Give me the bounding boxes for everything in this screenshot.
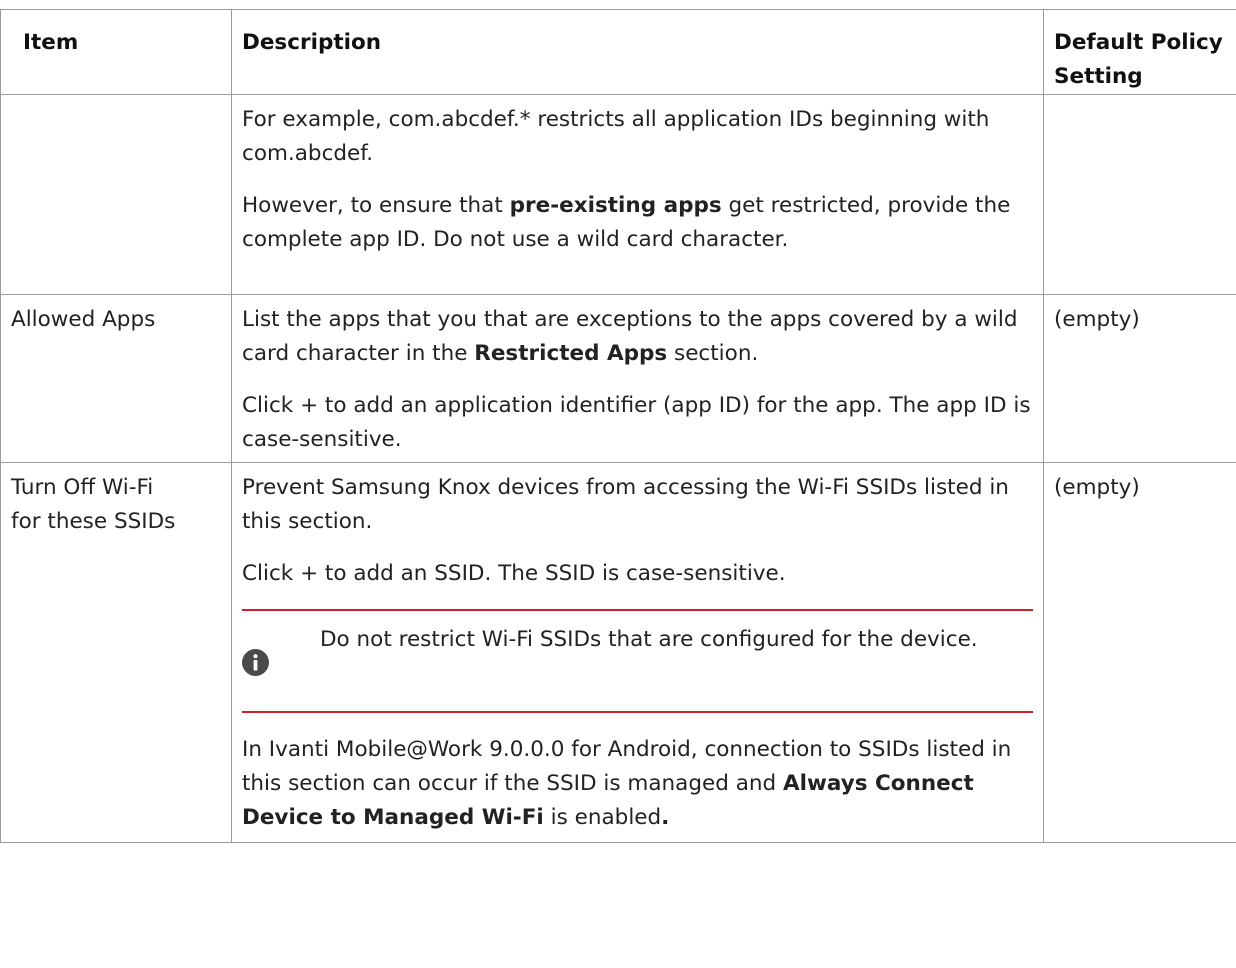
- bold-term-pre-existing-apps: pre-existing apps: [509, 193, 722, 218]
- item-cell-allowed-apps: Allowed Apps: [0, 294, 232, 463]
- document-page: Item Description Default Policy Setting …: [0, 0, 1236, 968]
- description-paragraph: For example, com.abcdef.* restricts all …: [242, 107, 990, 166]
- description-paragraph: Click + to add an application identifier…: [242, 393, 1031, 452]
- bold-term-restricted-apps: Restricted Apps: [474, 341, 668, 366]
- header-default-line2: Setting: [1054, 64, 1143, 89]
- description-cell: List the apps that you that are exceptio…: [231, 294, 1044, 463]
- description-paragraph: However, to ensure that pre-existing app…: [242, 189, 1033, 257]
- note-text: Do not restrict Wi-Fi SSIDs that are con…: [320, 627, 978, 652]
- info-icon: [242, 649, 269, 676]
- description-paragraph: In Ivanti Mobile@Work 9.0.0.0 for Androi…: [242, 733, 1033, 835]
- table-header-row: Item Description Default Policy Setting: [0, 9, 1236, 95]
- header-default-line1: Default Policy: [1054, 30, 1223, 55]
- table-row: Allowed Apps List the apps that you that…: [0, 294, 1236, 463]
- text-run: .: [661, 805, 670, 830]
- default-cell: (empty): [1043, 462, 1236, 843]
- item-cell-turn-off-wifi: Turn Off Wi-Fi for these SSIDs: [0, 462, 232, 843]
- item-line: Turn Off Wi-Fi: [11, 475, 154, 500]
- description-paragraph: List the apps that you that are exceptio…: [242, 303, 1033, 371]
- text-run: section.: [667, 341, 759, 366]
- default-cell: [1043, 94, 1236, 295]
- description-cell: Prevent Samsung Knox devices from access…: [231, 462, 1044, 843]
- text-run: is enabled: [543, 805, 662, 830]
- table-row: Turn Off Wi-Fi for these SSIDs Prevent S…: [0, 462, 1236, 843]
- note-callout: Do not restrict Wi-Fi SSIDs that are con…: [242, 609, 1033, 713]
- policy-settings-table: Item Description Default Policy Setting …: [0, 9, 1236, 843]
- item-line: for these SSIDs: [11, 509, 176, 534]
- text-run: However, to ensure that: [242, 193, 510, 218]
- header-default-policy-setting: Default Policy Setting: [1043, 9, 1236, 95]
- description-paragraph: Prevent Samsung Knox devices from access…: [242, 475, 1009, 534]
- header-item: Item: [0, 9, 232, 95]
- table-row: For example, com.abcdef.* restricts all …: [0, 94, 1236, 295]
- header-description: Description: [231, 9, 1044, 95]
- description-cell: For example, com.abcdef.* restricts all …: [231, 94, 1044, 295]
- description-paragraph: Click + to add an SSID. The SSID is case…: [242, 561, 786, 586]
- item-cell: [0, 94, 232, 295]
- default-cell: (empty): [1043, 294, 1236, 463]
